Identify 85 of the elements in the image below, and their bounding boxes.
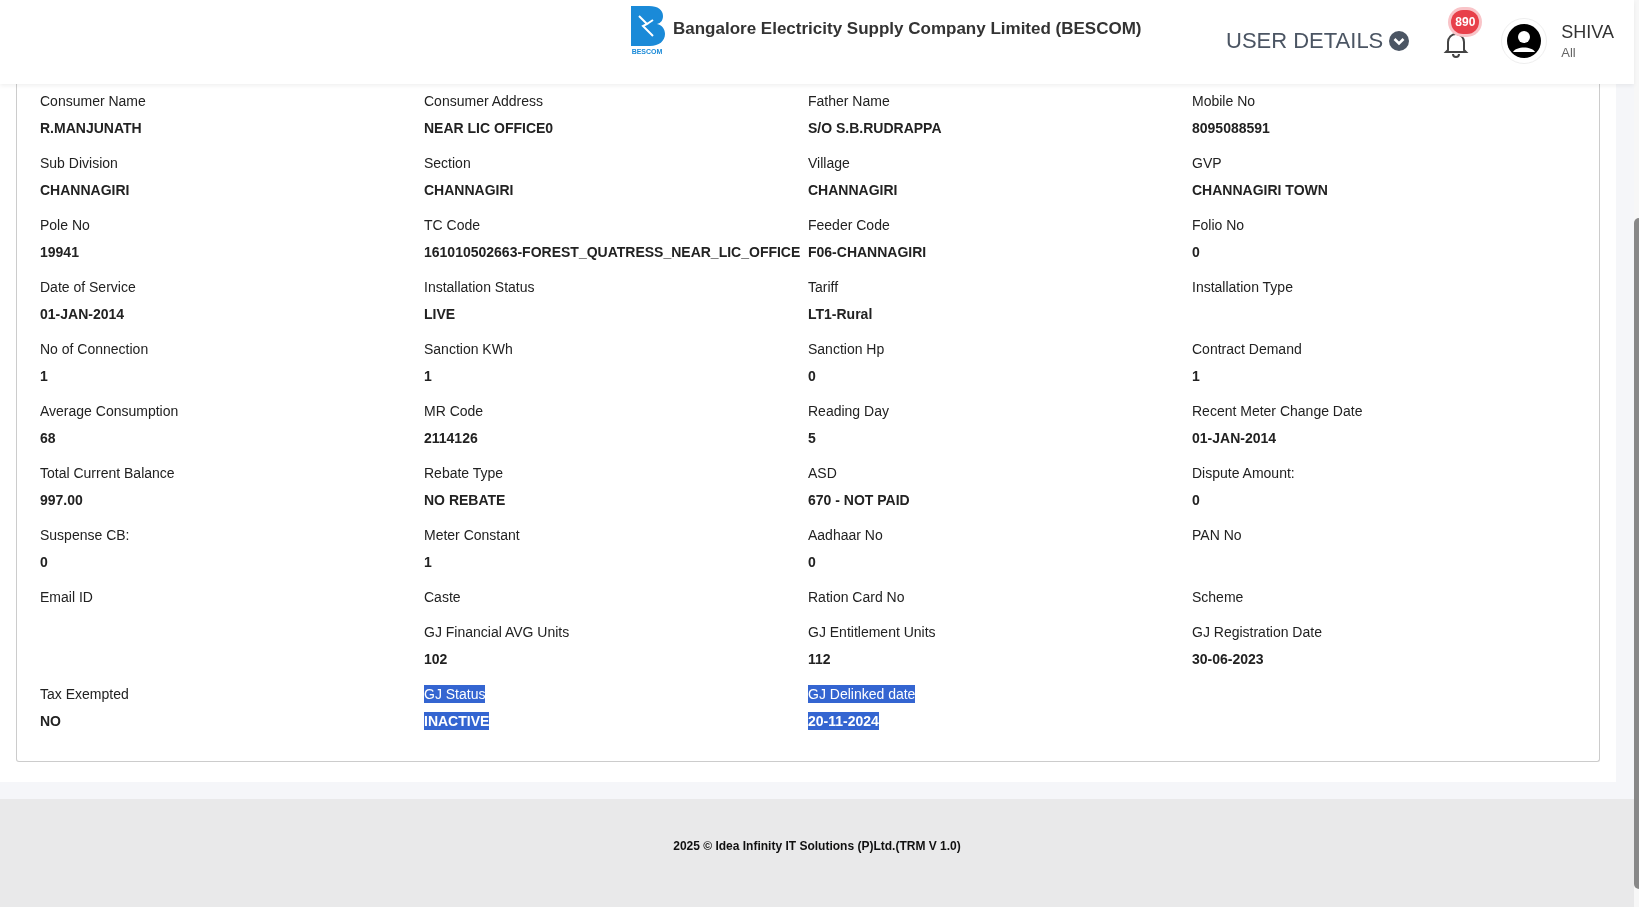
field-label: GJ Financial AVG Units bbox=[424, 623, 570, 641]
field-value: 01-JAN-2014 bbox=[40, 305, 125, 323]
field-label: Folio No bbox=[1192, 216, 1245, 234]
field-value: 161010502663-FOREST_QUATRESS_NEAR_LIC_OFFICE bbox=[424, 243, 801, 261]
field-value: 01-JAN-2014 bbox=[1192, 429, 1277, 447]
field-value: 19941 bbox=[40, 243, 79, 261]
field-label: Date of Service bbox=[40, 278, 136, 296]
field-value: 1 bbox=[40, 367, 48, 385]
field-value: CHANNAGIRI bbox=[40, 181, 130, 199]
field-label: Scheme bbox=[1192, 588, 1244, 606]
field-label: Village bbox=[808, 154, 850, 172]
field-label: Consumer Address bbox=[424, 92, 544, 110]
field-value: 0 bbox=[808, 367, 816, 385]
field-label: Sub Division bbox=[40, 154, 118, 172]
field-value: R.MANJUNATH bbox=[40, 119, 142, 137]
field-value: LIVE bbox=[424, 305, 456, 323]
field-label: No of Connection bbox=[40, 340, 149, 358]
field-value: NO REBATE bbox=[424, 491, 506, 509]
field-label: Aadhaar No bbox=[808, 526, 883, 544]
field-value: 112 bbox=[808, 650, 831, 668]
field-value: 997.00 bbox=[40, 491, 83, 509]
field-label: Ration Card No bbox=[808, 588, 905, 606]
field-value: CHANNAGIRI bbox=[424, 181, 514, 199]
field-value: 8095088591 bbox=[1192, 119, 1270, 137]
field-label: Reading Day bbox=[808, 402, 889, 420]
field-label: Feeder Code bbox=[808, 216, 890, 234]
field-label: GJ Registration Date bbox=[1192, 623, 1322, 641]
field-value: 20-11-2024 bbox=[808, 712, 879, 730]
field-label: Contract Demand bbox=[1192, 340, 1302, 358]
field-value: CHANNAGIRI TOWN bbox=[1192, 181, 1328, 199]
field-value: 1 bbox=[424, 553, 432, 571]
field-label: MR Code bbox=[424, 402, 484, 420]
user-details-button[interactable]: USER DETAILS bbox=[1226, 28, 1410, 54]
field-value: 30-06-2023 bbox=[1192, 650, 1264, 668]
field-value: 68 bbox=[40, 429, 56, 447]
field-label: Total Current Balance bbox=[40, 464, 175, 482]
field-label: PAN No bbox=[1192, 526, 1242, 544]
field-label: GVP bbox=[1192, 154, 1222, 172]
field-label: GJ Delinked date bbox=[808, 685, 916, 703]
field-label: Sanction Hp bbox=[808, 340, 885, 358]
field-value: INACTIVE bbox=[424, 712, 490, 730]
field-value: 0 bbox=[1192, 491, 1200, 509]
field-value: LT1-Rural bbox=[808, 305, 873, 323]
field-label: Installation Status bbox=[424, 278, 535, 296]
field-label: GJ Entitlement Units bbox=[808, 623, 936, 641]
field-value: 2114126 bbox=[424, 429, 478, 447]
field-value: 0 bbox=[808, 553, 816, 571]
field-label: Consumer Name bbox=[40, 92, 146, 110]
company-title: Bangalore Electricity Supply Company Limited (BESCOM) bbox=[673, 19, 1142, 39]
field-label: ASD bbox=[808, 464, 837, 482]
field-label: Mobile No bbox=[1192, 92, 1256, 110]
field-value: F06-CHANNAGIRI bbox=[808, 243, 927, 261]
field-label: Installation Type bbox=[1192, 278, 1293, 296]
field-label: Average Consumption bbox=[40, 402, 179, 420]
field-label: TC Code bbox=[424, 216, 481, 234]
field-label: Caste bbox=[424, 588, 461, 606]
field-label: Section bbox=[424, 154, 471, 172]
field-label: Sanction KWh bbox=[424, 340, 513, 358]
field-label: Dispute Amount: bbox=[1192, 464, 1295, 482]
field-value: NEAR LIC OFFICE0 bbox=[424, 119, 554, 137]
field-value: 0 bbox=[1192, 243, 1200, 261]
field-label: Father Name bbox=[808, 92, 890, 110]
field-label: Recent Meter Change Date bbox=[1192, 402, 1363, 420]
field-value: 1 bbox=[1192, 367, 1200, 385]
copyright-text: 2025 © Idea Infinity IT Solutions (P)Ltd.(TRM V 1.0) bbox=[673, 839, 961, 855]
field-label: Tax Exempted bbox=[40, 685, 129, 703]
field-value: 5 bbox=[808, 429, 816, 447]
field-value: CHANNAGIRI bbox=[808, 181, 898, 199]
field-value: NO bbox=[40, 712, 61, 730]
field-label: Meter Constant bbox=[424, 526, 520, 544]
field-value: 0 bbox=[40, 553, 48, 571]
field-value: 670 - NOT PAID bbox=[808, 491, 910, 509]
field-label: Rebate Type bbox=[424, 464, 504, 482]
field-value: 102 bbox=[424, 650, 448, 668]
field-label: Tariff bbox=[808, 278, 839, 296]
field-value: 1 bbox=[424, 367, 432, 385]
field-value: S/O S.B.RUDRAPPA bbox=[808, 119, 942, 137]
field-label: GJ Status bbox=[424, 685, 486, 703]
field-label: Pole No bbox=[40, 216, 90, 234]
user-role: All bbox=[1561, 45, 1577, 60]
notification-badge: 890 bbox=[1451, 10, 1480, 34]
field-label: Email ID bbox=[40, 588, 93, 606]
field-label: Suspense CB: bbox=[40, 526, 130, 544]
user-name: SHIVA bbox=[1561, 22, 1614, 43]
chevron-down-icon bbox=[1389, 31, 1410, 51]
